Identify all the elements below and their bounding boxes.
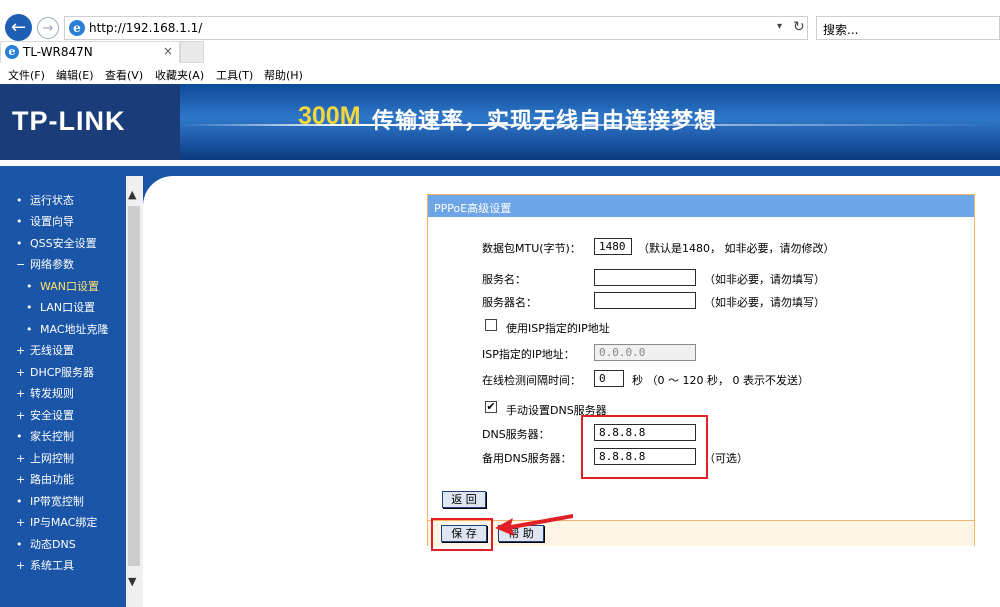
save-highlight-box bbox=[431, 518, 493, 551]
banner-speed: 300M bbox=[298, 102, 361, 130]
url-field[interactable]: e http://192.168.1.1/ ▾ ↻ bbox=[64, 16, 808, 40]
menu-help[interactable]: 帮助(H) bbox=[264, 67, 303, 83]
server-name-label: 服务器名： bbox=[482, 296, 537, 309]
service-name-input[interactable] bbox=[594, 269, 696, 286]
sidebar-item-wan[interactable]: • WAN口设置 bbox=[26, 278, 99, 294]
sidebar-item-security[interactable]: + 安全设置 bbox=[16, 407, 74, 423]
sidebar-item-access-control[interactable]: + 上网控制 bbox=[16, 450, 74, 466]
search-input[interactable]: 搜索... bbox=[816, 16, 1000, 40]
mtu-input[interactable]: 1480 bbox=[594, 238, 632, 255]
search-placeholder: 搜索... bbox=[823, 23, 859, 37]
menu-edit[interactable]: 编辑(E) bbox=[56, 67, 94, 83]
menu-favorites[interactable]: 收藏夹(A) bbox=[155, 67, 204, 83]
interval-hint: 秒 （0 ～ 120 秒， 0 表示不发送） bbox=[632, 374, 809, 387]
back-button-form[interactable]: 返 回 bbox=[442, 491, 486, 508]
scroll-down-icon[interactable]: ▼ bbox=[128, 575, 136, 588]
tab-bar: e TL-WR847N × bbox=[0, 41, 1000, 65]
sidebar-item-ip-mac-binding[interactable]: + IP与MAC绑定 bbox=[16, 514, 97, 530]
dns2-hint: （可选） bbox=[704, 452, 748, 465]
ie-tab-icon: e bbox=[5, 45, 19, 59]
dns-label: DNS服务器： bbox=[482, 428, 550, 441]
server-name-input[interactable] bbox=[594, 292, 696, 309]
tp-link-logo: TP-LINK bbox=[12, 106, 126, 136]
service-name-label: 服务名： bbox=[482, 273, 526, 286]
back-button[interactable]: ← bbox=[5, 14, 32, 41]
panel-title: PPPoE高级设置 bbox=[434, 202, 512, 215]
sidebar-item-ddns[interactable]: • 动态DNS bbox=[16, 536, 76, 552]
sidebar-item-dhcp[interactable]: + DHCP服务器 bbox=[16, 364, 94, 380]
red-arrow-icon bbox=[495, 514, 573, 536]
scroll-up-icon[interactable]: ▲ bbox=[128, 188, 136, 201]
menu-file[interactable]: 文件(F) bbox=[8, 67, 45, 83]
menu-view[interactable]: 查看(V) bbox=[105, 67, 143, 83]
interval-input[interactable]: 0 bbox=[594, 370, 624, 387]
dns-highlight-box bbox=[581, 415, 708, 479]
service-name-hint: （如非必要，请勿填写） bbox=[704, 273, 825, 286]
isp-ip-checkbox[interactable] bbox=[485, 319, 497, 331]
header-strip bbox=[0, 166, 1000, 176]
scrollbar-thumb[interactable] bbox=[128, 206, 140, 566]
sidebar-item-wireless[interactable]: + 无线设置 bbox=[16, 342, 74, 358]
sidebar-item-mac-clone[interactable]: • MAC地址克隆 bbox=[26, 321, 109, 337]
mtu-label: 数据包MTU(字节)： bbox=[482, 242, 581, 255]
sidebar-item-routing[interactable]: + 路由功能 bbox=[16, 471, 74, 487]
ie-icon: e bbox=[69, 20, 85, 36]
server-name-hint: （如非必要，请勿填写） bbox=[704, 296, 825, 309]
refresh-icon[interactable]: ↻ bbox=[793, 19, 805, 35]
url-text: http://192.168.1.1/ bbox=[89, 21, 203, 35]
sidebar-item-lan[interactable]: • LAN口设置 bbox=[26, 299, 95, 315]
sidebar-item-system-tools[interactable]: + 系统工具 bbox=[16, 557, 74, 573]
pppoe-settings-panel: PPPoE高级设置 数据包MTU(字节)： 1480 （默认是1480， 如非必… bbox=[427, 194, 975, 546]
forward-button[interactable]: → bbox=[37, 17, 59, 39]
banner: TP-LINK 300M 传输速率，实现无线自由连接梦想 bbox=[0, 84, 1000, 160]
isp-ip-label: ISP指定的IP地址： bbox=[482, 348, 575, 361]
panel-header: PPPoE高级设置 bbox=[428, 195, 974, 217]
sidebar-item-network[interactable]: − 网络参数 bbox=[16, 256, 74, 272]
sidebar-item-qss[interactable]: • QSS安全设置 bbox=[16, 235, 97, 251]
sidebar-item-status[interactable]: • 运行状态 bbox=[16, 192, 74, 208]
tab-title: TL-WR847N bbox=[23, 45, 93, 59]
dns-checkbox[interactable]: ✔ bbox=[485, 401, 497, 413]
menu-tools[interactable]: 工具(T) bbox=[216, 67, 253, 83]
new-tab-button[interactable] bbox=[180, 41, 204, 63]
tab-router[interactable]: e TL-WR847N × bbox=[0, 41, 180, 63]
dns2-label: 备用DNS服务器： bbox=[482, 452, 572, 465]
sidebar-item-wizard[interactable]: • 设置向导 bbox=[16, 213, 74, 229]
banner-slogan: 传输速率，实现无线自由连接梦想 bbox=[372, 109, 718, 134]
sidebar: • 运行状态 • 设置向导 • QSS安全设置 − 网络参数 • WAN口设置 • LAN口… bbox=[0, 176, 143, 607]
menu-bar: 文件(F) 编辑(E) 查看(V) 收藏夹(A) 工具(T) 帮助(H) bbox=[0, 65, 1000, 84]
isp-ip-input[interactable]: 0.0.0.0 bbox=[594, 344, 696, 361]
interval-label: 在线检测间隔时间： bbox=[482, 374, 581, 387]
sidebar-item-bandwidth[interactable]: • IP带宽控制 bbox=[16, 493, 84, 509]
address-bar: ← → e http://192.168.1.1/ ▾ ↻ 搜索... bbox=[0, 0, 1000, 41]
sidebar-item-forwarding[interactable]: + 转发规则 bbox=[16, 385, 74, 401]
sidebar-item-parental[interactable]: • 家长控制 bbox=[16, 428, 74, 444]
banner-image: 300M 传输速率，实现无线自由连接梦想 bbox=[180, 84, 1000, 160]
isp-ip-checkbox-label: 使用ISP指定的IP地址 bbox=[506, 322, 610, 335]
url-dropdown-icon[interactable]: ▾ bbox=[777, 21, 782, 32]
tab-close-icon[interactable]: × bbox=[163, 44, 173, 58]
mtu-hint: （默认是1480， 如非必要，请勿修改） bbox=[638, 242, 835, 255]
